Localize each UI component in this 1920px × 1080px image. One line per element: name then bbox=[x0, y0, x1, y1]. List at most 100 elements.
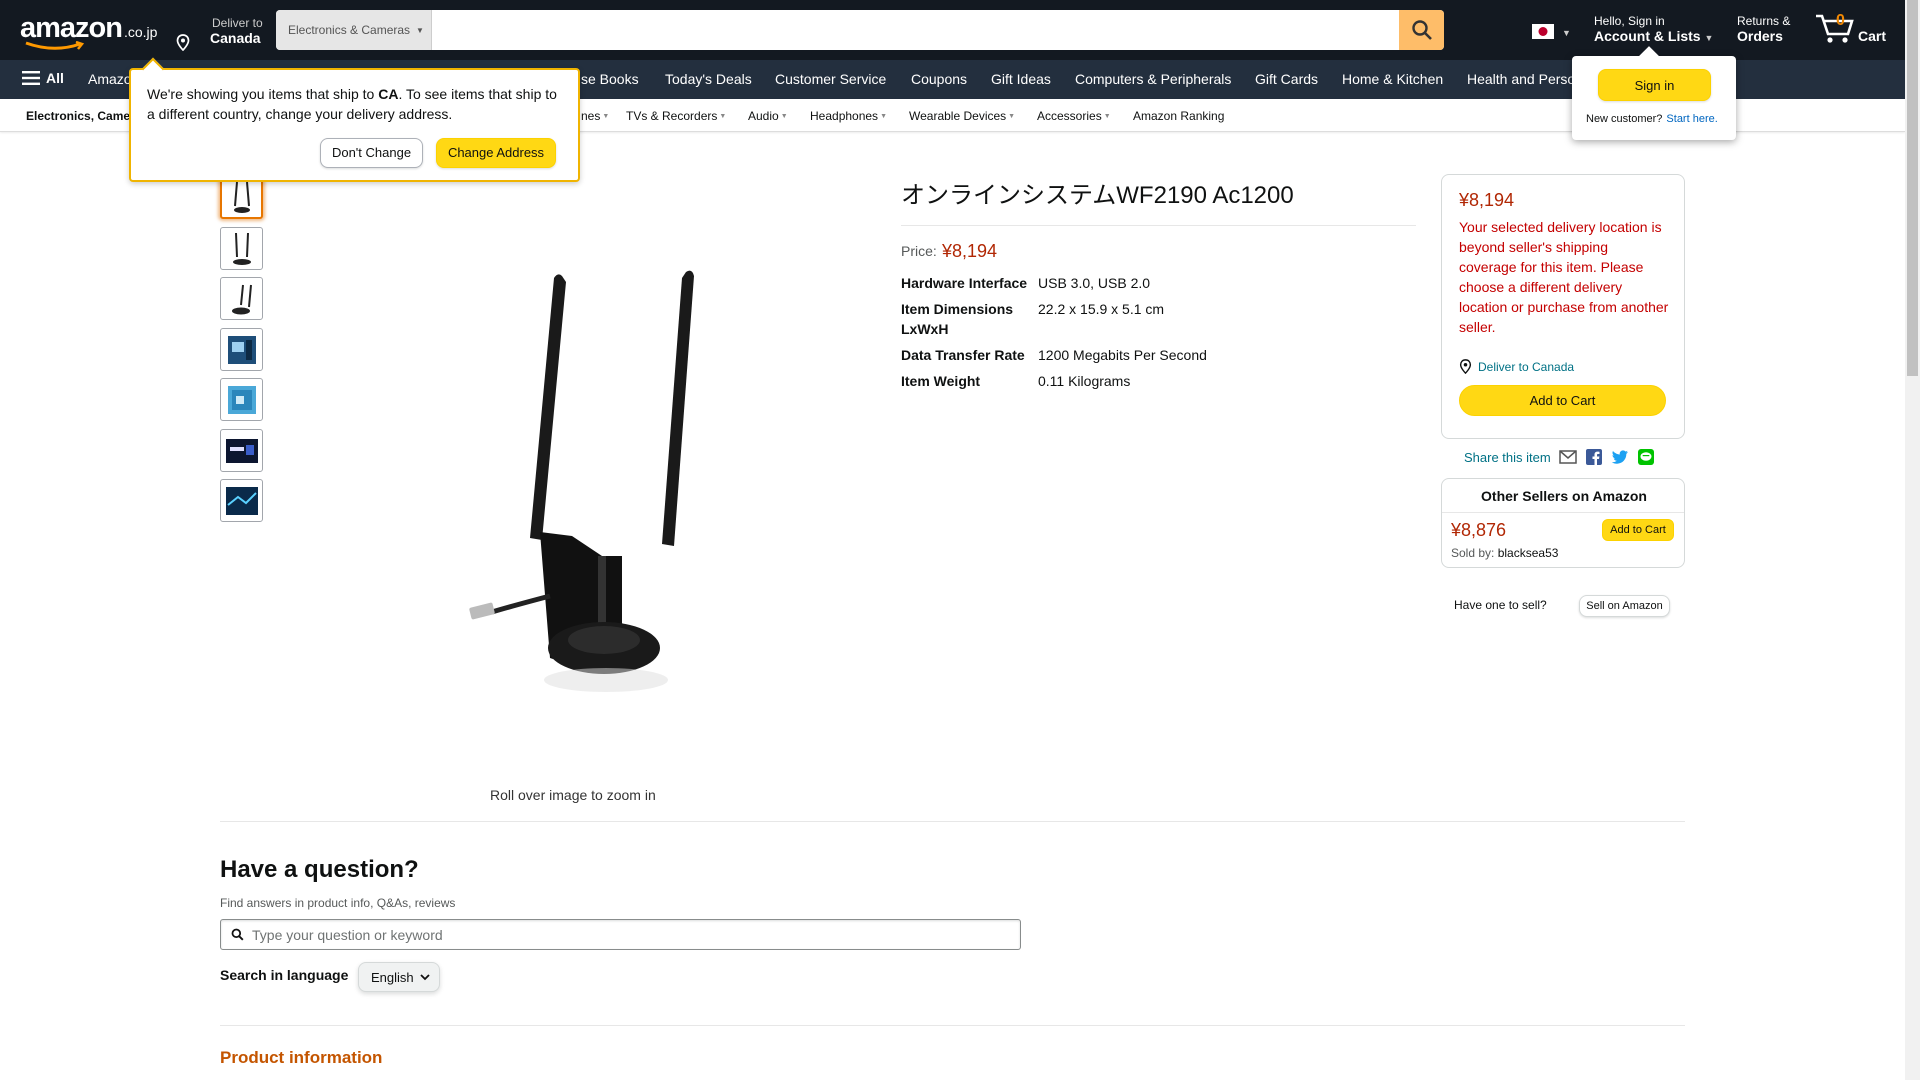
nav-item-home-kitchen[interactable]: Home & Kitchen bbox=[1342, 71, 1443, 87]
sell-on-amazon-button[interactable]: Sell on Amazon bbox=[1579, 595, 1670, 617]
nav-item-customer-service[interactable]: Customer Service bbox=[775, 71, 886, 87]
search-button[interactable] bbox=[1399, 10, 1444, 50]
nav-item-todays-deals[interactable]: Today's Deals bbox=[665, 71, 752, 87]
language-select[interactable]: English bbox=[358, 962, 440, 992]
nav-item-books[interactable]: se Books bbox=[581, 71, 639, 87]
divider bbox=[1442, 512, 1684, 513]
returns-orders-link[interactable]: Returns & Orders bbox=[1737, 14, 1790, 44]
cart-link[interactable]: 0 Cart bbox=[1814, 12, 1904, 48]
nav-item-gift-ideas[interactable]: Gift Ideas bbox=[991, 71, 1051, 87]
product-price: ¥8,194 bbox=[942, 241, 998, 261]
caret-down-icon: ▼ bbox=[780, 113, 788, 120]
spec-label: Data Transfer Rate bbox=[901, 347, 1025, 363]
product-banner-thumbnail-image bbox=[225, 486, 258, 515]
location-pin-icon bbox=[1459, 359, 1472, 374]
all-menu-button[interactable]: All bbox=[22, 70, 64, 86]
product-information-heading: Product information bbox=[220, 1048, 383, 1067]
cart-icon bbox=[1816, 14, 1854, 43]
nav-item-computers-peripherals[interactable]: Computers & Peripherals bbox=[1075, 71, 1231, 87]
main-product-image[interactable] bbox=[422, 256, 724, 704]
spec-value: USB 3.0, USB 2.0 bbox=[1038, 275, 1151, 291]
caret-down-icon: ▼ bbox=[416, 25, 424, 35]
start-here-link[interactable]: Start here. bbox=[1666, 113, 1717, 125]
other-sellers-title: Other Sellers on Amazon bbox=[1481, 488, 1647, 504]
email-share-icon[interactable] bbox=[1558, 448, 1577, 466]
nav-item-gift-cards[interactable]: Gift Cards bbox=[1255, 71, 1318, 87]
add-to-cart-button[interactable]: Add to Cart bbox=[1459, 385, 1666, 416]
signin-flyout: Sign in New customer? Start here. bbox=[1572, 46, 1736, 140]
line-share-icon[interactable] bbox=[1637, 448, 1655, 466]
qa-subheading: Find answers in product info, Q&As, revi… bbox=[220, 896, 456, 910]
ship-to-country-popover: We're showing you items that ship to CA.… bbox=[129, 57, 580, 182]
product-title: オンラインシステムWF2190 Ac1200 bbox=[901, 182, 1294, 209]
thumbnail-5[interactable] bbox=[220, 378, 263, 421]
buybox-price: ¥8,194 bbox=[1459, 190, 1515, 210]
thumbnail-3[interactable] bbox=[220, 277, 263, 320]
scrollbar-thumb[interactable] bbox=[1907, 0, 1918, 376]
search-language-label: Search in language bbox=[220, 967, 349, 983]
spec-label: Item Dimensions LxWxH bbox=[901, 301, 1014, 337]
seller-add-to-cart-button[interactable]: Add to Cart bbox=[1602, 519, 1674, 541]
product-box-thumbnail-image bbox=[227, 385, 256, 414]
search-input[interactable] bbox=[432, 10, 1399, 50]
search-category-dropdown[interactable]: Electronics & Cameras ▼ bbox=[276, 10, 432, 50]
deliver-to-link[interactable]: Deliver to Canada bbox=[176, 16, 263, 51]
caret-down-icon: ▼ bbox=[602, 113, 610, 120]
divider bbox=[901, 225, 1416, 226]
nav-item-health-personal[interactable]: Health and Perso bbox=[1467, 71, 1575, 87]
question-search-placeholder: Type your question or keyword bbox=[252, 926, 443, 943]
subnav-item-tvs-recorders[interactable]: TVs & Recorders ▼ bbox=[626, 109, 726, 123]
account-lists-menu[interactable]: Hello, Sign in Account & Lists ▼ bbox=[1594, 14, 1713, 44]
subnav-item-electronics[interactable]: Electronics, Came bbox=[26, 109, 130, 123]
location-pin-icon bbox=[176, 34, 190, 51]
deliver-to-canada-link[interactable]: Deliver to Canada bbox=[1459, 359, 1574, 374]
ship-popover-message: We're showing you items that ship to CA.… bbox=[147, 86, 557, 122]
price-label: Price: bbox=[901, 243, 937, 259]
usb-wifi-adapter-image bbox=[422, 256, 724, 704]
thumbnail-1[interactable] bbox=[220, 176, 263, 219]
subnav-item-accessories[interactable]: Accessories ▼ bbox=[1037, 109, 1111, 123]
subnav-item-phones[interactable]: nes ▼ bbox=[581, 109, 609, 123]
zoom-hint: Roll over image to zoom in bbox=[490, 787, 656, 803]
search-icon bbox=[1411, 20, 1432, 40]
twitter-share-icon[interactable] bbox=[1611, 448, 1629, 466]
new-customer-text: New customer? Start here. bbox=[1586, 113, 1718, 125]
product-thumbnail-image bbox=[232, 232, 251, 265]
dont-change-button[interactable]: Don't Change bbox=[320, 138, 423, 168]
nav-item-coupons[interactable]: Coupons bbox=[911, 71, 967, 87]
question-search-input[interactable]: Type your question or keyword bbox=[220, 919, 1021, 950]
share-label: Share this item bbox=[1464, 449, 1551, 465]
subnav-item-headphones[interactable]: Headphones ▼ bbox=[810, 109, 887, 123]
seller-name-link[interactable]: blacksea53 bbox=[1498, 546, 1559, 560]
caret-down-icon: ▼ bbox=[880, 113, 887, 120]
spec-value: 22.2 x 15.9 x 5.1 cm bbox=[1038, 301, 1165, 317]
caret-down-icon: ▼ bbox=[1704, 33, 1714, 43]
caret-down-icon: ▼ bbox=[1008, 113, 1016, 120]
have-one-to-sell-text: Have one to sell? bbox=[1454, 598, 1547, 612]
change-address-button[interactable]: Change Address bbox=[436, 138, 556, 168]
sold-by-text: Sold by: blacksea53 bbox=[1451, 546, 1559, 560]
thumbnail-6[interactable] bbox=[220, 429, 263, 472]
subnav-item-amazon-ranking[interactable]: Amazon Ranking bbox=[1133, 109, 1224, 123]
spec-value: 0.11 Kilograms bbox=[1038, 373, 1131, 389]
japan-flag-icon bbox=[1532, 24, 1554, 39]
subnav-item-wearable-devices[interactable]: Wearable Devices ▼ bbox=[909, 109, 1015, 123]
other-sellers-box: Other Sellers on Amazon ¥8,876 Add to Ca… bbox=[1441, 478, 1685, 568]
language-flag-selector[interactable]: ▼ bbox=[1532, 24, 1571, 42]
facebook-share-icon[interactable] bbox=[1585, 448, 1603, 466]
subnav-item-audio[interactable]: Audio ▼ bbox=[748, 109, 788, 123]
spec-label: Item Weight bbox=[901, 373, 981, 389]
product-box-thumbnail-image bbox=[227, 335, 256, 364]
chevron-down-icon bbox=[420, 973, 430, 980]
share-row: Share this item bbox=[1464, 448, 1655, 466]
spec-value: 1200 Megabits Per Second bbox=[1038, 347, 1207, 363]
thumbnail-2[interactable] bbox=[220, 227, 263, 270]
divider bbox=[220, 1025, 1685, 1026]
thumbnail-7[interactable] bbox=[220, 479, 263, 522]
search-icon bbox=[231, 928, 244, 941]
sign-in-button[interactable]: Sign in bbox=[1598, 69, 1711, 101]
thumbnail-4[interactable] bbox=[220, 328, 263, 371]
spec-label: Hardware Interface bbox=[901, 275, 1028, 291]
amazon-logo[interactable]: amazon .co.jp bbox=[20, 12, 157, 50]
smile-arrow-icon bbox=[25, 41, 85, 50]
